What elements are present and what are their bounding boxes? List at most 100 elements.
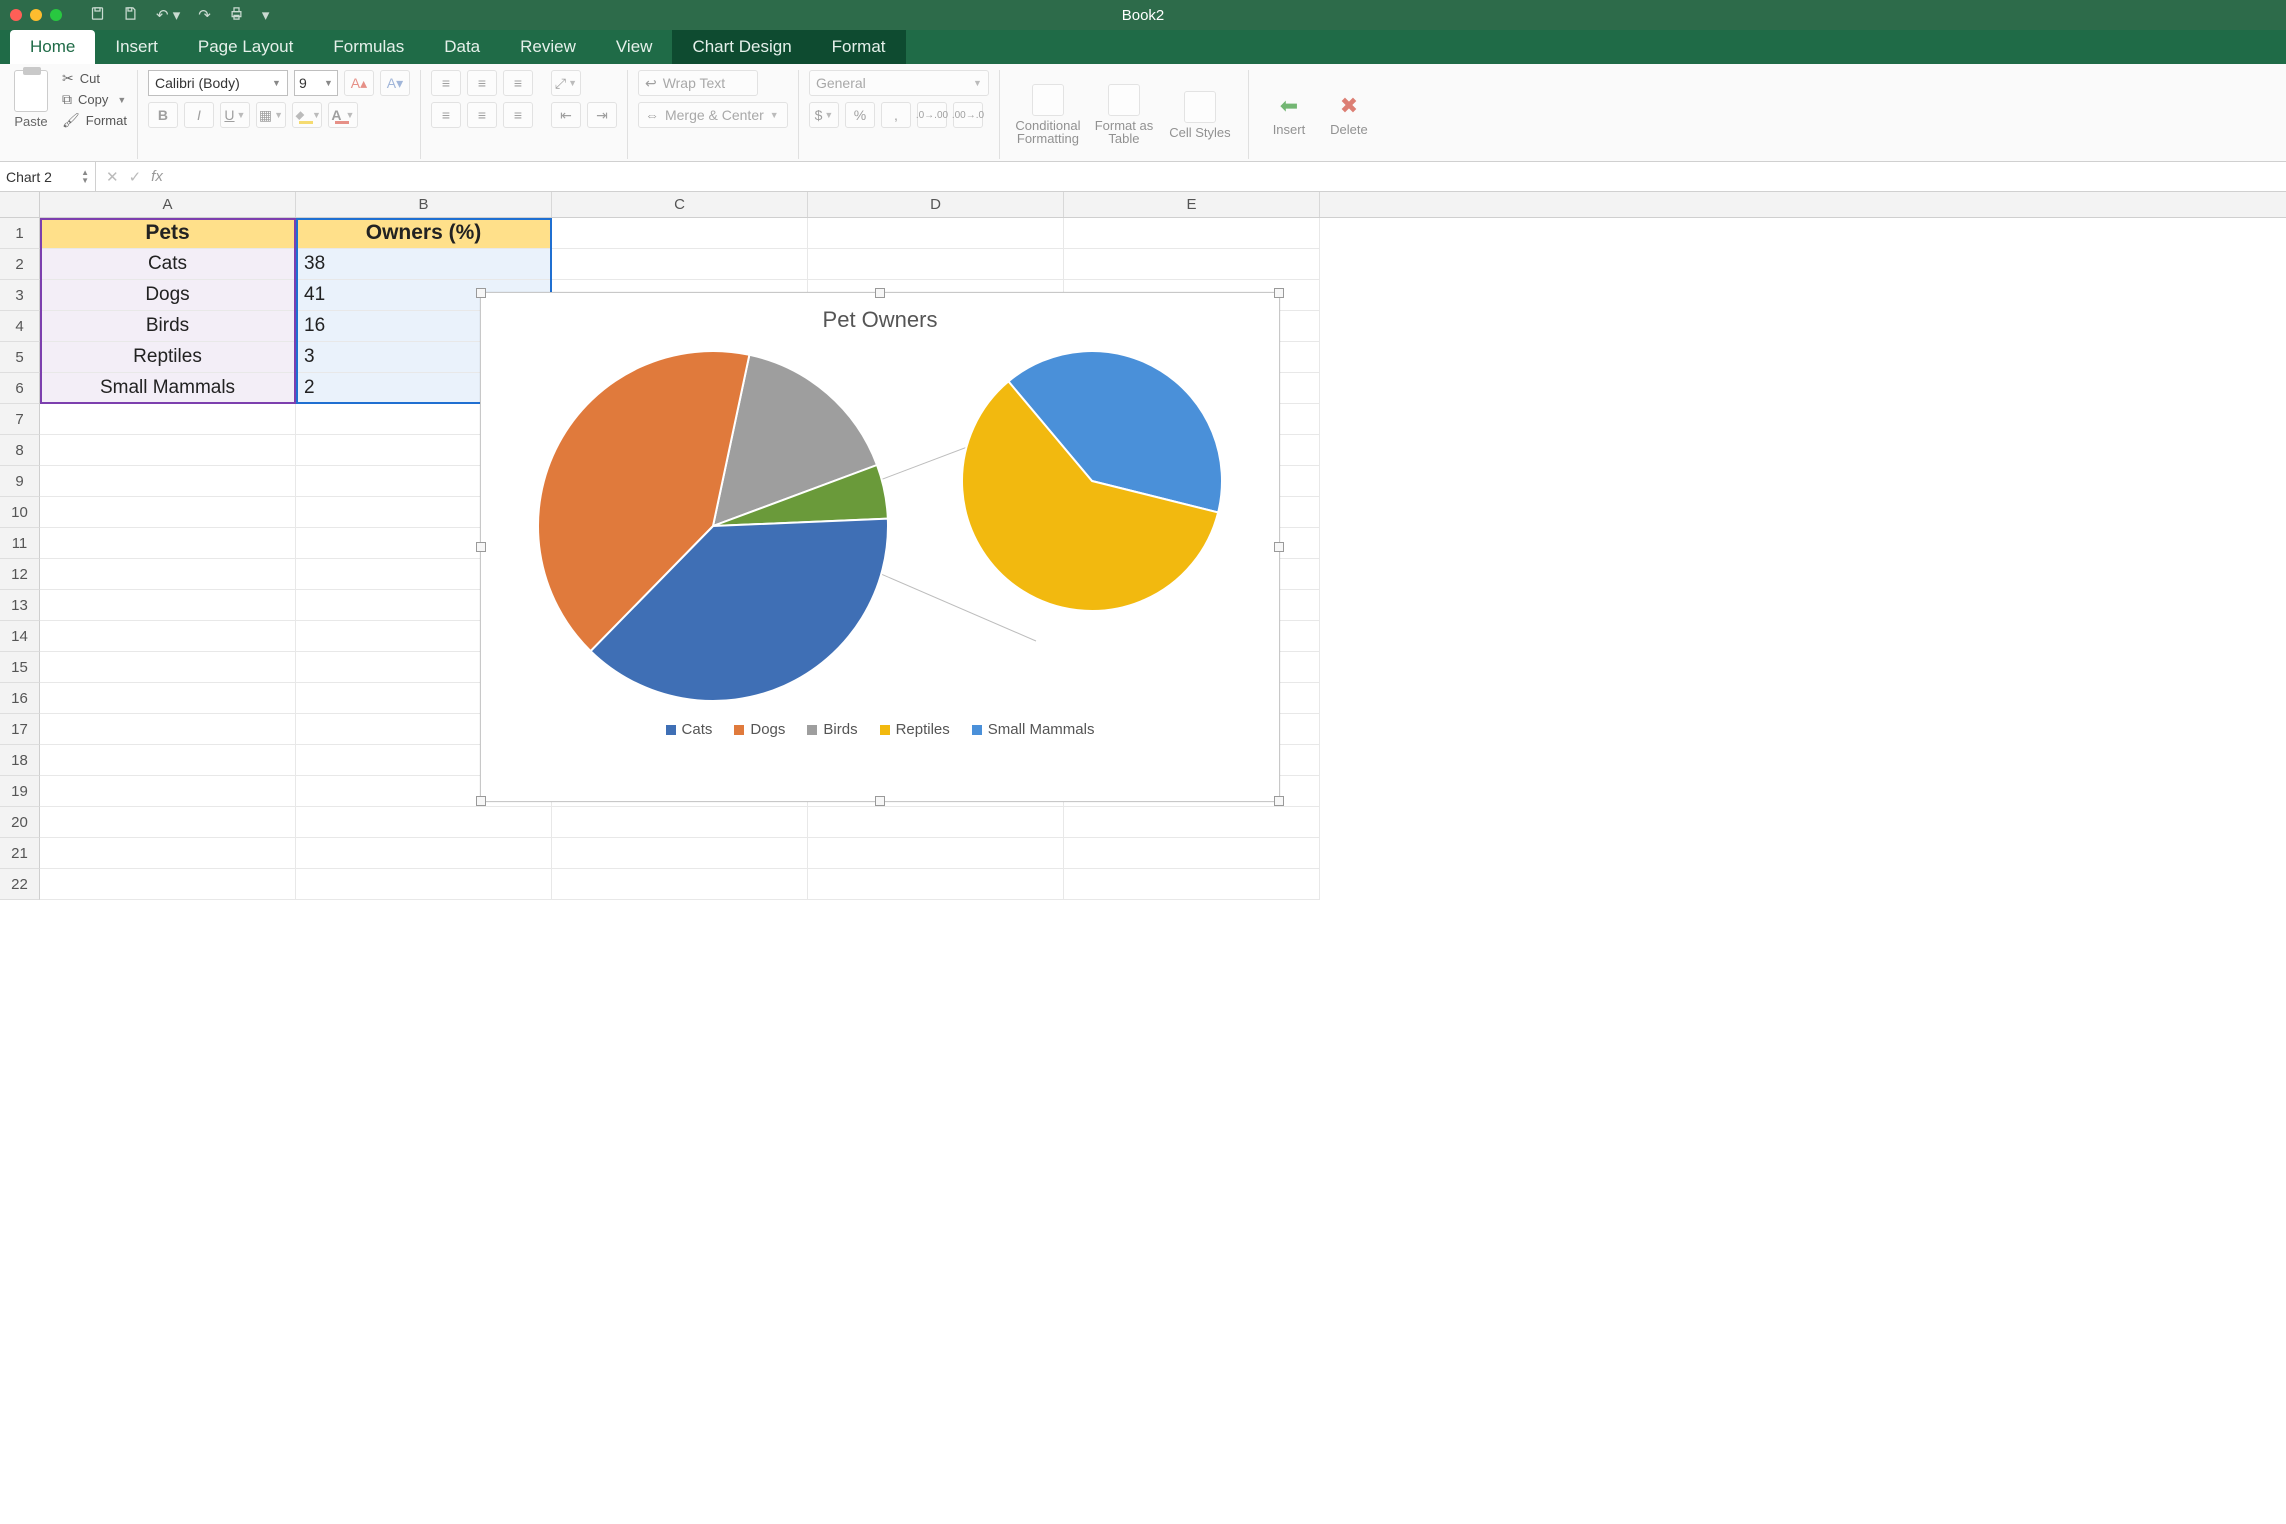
align-right-button[interactable]: ≡ xyxy=(503,102,533,128)
minimize-window-button[interactable] xyxy=(30,9,42,21)
qat-customize-icon[interactable]: ▾ xyxy=(262,6,270,24)
cell-E2[interactable] xyxy=(1064,249,1320,280)
paste-button[interactable]: Paste xyxy=(14,114,47,129)
cell-C2[interactable] xyxy=(552,249,808,280)
tab-home[interactable]: Home xyxy=(10,30,95,64)
chart-handle-s[interactable] xyxy=(875,796,885,806)
chart-handle-sw[interactable] xyxy=(476,796,486,806)
cell-D1[interactable] xyxy=(808,218,1064,249)
cell-A7[interactable] xyxy=(40,404,296,435)
row-header[interactable]: 4 xyxy=(0,311,40,342)
col-header-D[interactable]: D xyxy=(808,192,1064,217)
tab-page-layout[interactable]: Page Layout xyxy=(178,30,313,64)
font-color-button[interactable]: A ▼ xyxy=(328,102,358,128)
name-box[interactable]: Chart 2 ▲▼ xyxy=(0,162,96,192)
cancel-formula-icon[interactable]: ✕ xyxy=(106,168,119,186)
cell-D2[interactable] xyxy=(808,249,1064,280)
cell-A21[interactable] xyxy=(40,838,296,869)
row-header[interactable]: 8 xyxy=(0,435,40,466)
cell-A17[interactable] xyxy=(40,714,296,745)
format-painter-button[interactable]: 🖌 Format xyxy=(62,112,127,129)
insert-cells-button[interactable]: ⬅ Insert xyxy=(1259,93,1319,137)
align-center-button[interactable]: ≡ xyxy=(467,102,497,128)
row-header[interactable]: 22 xyxy=(0,869,40,900)
cell-A22[interactable] xyxy=(40,869,296,900)
cell-A9[interactable] xyxy=(40,466,296,497)
cell-A12[interactable] xyxy=(40,559,296,590)
align-left-button[interactable]: ≡ xyxy=(431,102,461,128)
chart-legend[interactable]: CatsDogsBirdsReptilesSmall Mammals xyxy=(481,703,1279,752)
cell-C21[interactable] xyxy=(552,838,808,869)
col-header-E[interactable]: E xyxy=(1064,192,1320,217)
cell-styles-button[interactable]: Cell Styles xyxy=(1162,91,1238,139)
row-header[interactable]: 20 xyxy=(0,807,40,838)
col-header-C[interactable]: C xyxy=(552,192,808,217)
undo-icon[interactable]: ↶ ▾ xyxy=(156,6,180,24)
tab-chart-design[interactable]: Chart Design xyxy=(672,30,811,64)
cell-E22[interactable] xyxy=(1064,869,1320,900)
cell-A5[interactable]: Reptiles xyxy=(40,342,296,373)
cell-A15[interactable] xyxy=(40,652,296,683)
cell-C20[interactable] xyxy=(552,807,808,838)
row-header[interactable]: 17 xyxy=(0,714,40,745)
row-header[interactable]: 21 xyxy=(0,838,40,869)
row-header[interactable]: 15 xyxy=(0,652,40,683)
cell-D22[interactable] xyxy=(808,869,1064,900)
format-as-table-button[interactable]: Format as Table xyxy=(1086,84,1162,145)
col-header-B[interactable]: B xyxy=(296,192,552,217)
row-header[interactable]: 13 xyxy=(0,590,40,621)
name-box-spinner[interactable]: ▲▼ xyxy=(81,169,89,185)
row-header[interactable]: 5 xyxy=(0,342,40,373)
row-header[interactable]: 2 xyxy=(0,249,40,280)
cell-B22[interactable] xyxy=(296,869,552,900)
redo-icon[interactable]: ↷ xyxy=(198,6,211,24)
formula-input[interactable] xyxy=(173,162,2286,191)
chart-handle-se[interactable] xyxy=(1274,796,1284,806)
print-icon[interactable] xyxy=(229,6,244,25)
cell-A18[interactable] xyxy=(40,745,296,776)
borders-button[interactable]: ▦▼ xyxy=(256,102,286,128)
delete-cells-button[interactable]: ✖ Delete xyxy=(1319,93,1379,137)
italic-button[interactable]: I xyxy=(184,102,214,128)
cell-A11[interactable] xyxy=(40,528,296,559)
align-bottom-button[interactable]: ≡ xyxy=(503,70,533,96)
tab-data[interactable]: Data xyxy=(424,30,500,64)
cell-D20[interactable] xyxy=(808,807,1064,838)
bold-button[interactable]: B xyxy=(148,102,178,128)
legend-item[interactable]: Cats xyxy=(666,721,713,738)
cell-A3[interactable]: Dogs xyxy=(40,280,296,311)
row-header[interactable]: 6 xyxy=(0,373,40,404)
close-window-button[interactable] xyxy=(10,9,22,21)
cell-A13[interactable] xyxy=(40,590,296,621)
number-format-select[interactable]: General ▼ xyxy=(809,70,989,96)
paste-icon[interactable] xyxy=(14,70,48,112)
legend-item[interactable]: Birds xyxy=(807,721,857,738)
row-header[interactable]: 3 xyxy=(0,280,40,311)
cell-A4[interactable]: Birds xyxy=(40,311,296,342)
zoom-window-button[interactable] xyxy=(50,9,62,21)
cell-E1[interactable] xyxy=(1064,218,1320,249)
wrap-text-button[interactable]: ↩ Wrap Text xyxy=(638,70,758,96)
cell-B2[interactable]: 38 xyxy=(296,249,552,280)
chart-plot-area[interactable] xyxy=(481,341,1279,703)
copy-button[interactable]: ⧉ Copy▼ xyxy=(62,91,127,108)
row-header[interactable]: 9 xyxy=(0,466,40,497)
decrease-font-button[interactable]: A▾ xyxy=(380,70,410,96)
align-top-button[interactable]: ≡ xyxy=(431,70,461,96)
increase-decimal-button[interactable]: .0→.00 xyxy=(917,102,947,128)
select-all-corner[interactable] xyxy=(0,192,40,217)
tab-insert[interactable]: Insert xyxy=(95,30,178,64)
currency-button[interactable]: $▼ xyxy=(809,102,839,128)
cell-A19[interactable] xyxy=(40,776,296,807)
chart-handle-nw[interactable] xyxy=(476,288,486,298)
save-icon[interactable] xyxy=(90,6,105,25)
legend-item[interactable]: Reptiles xyxy=(880,721,950,738)
tab-review[interactable]: Review xyxy=(500,30,596,64)
fill-color-button[interactable]: ▼ xyxy=(292,102,322,128)
comma-button[interactable]: , xyxy=(881,102,911,128)
cell-A10[interactable] xyxy=(40,497,296,528)
cell-A16[interactable] xyxy=(40,683,296,714)
cut-button[interactable]: ✂ Cut xyxy=(62,70,127,87)
conditional-formatting-button[interactable]: Conditional Formatting xyxy=(1010,84,1086,145)
cell-B20[interactable] xyxy=(296,807,552,838)
